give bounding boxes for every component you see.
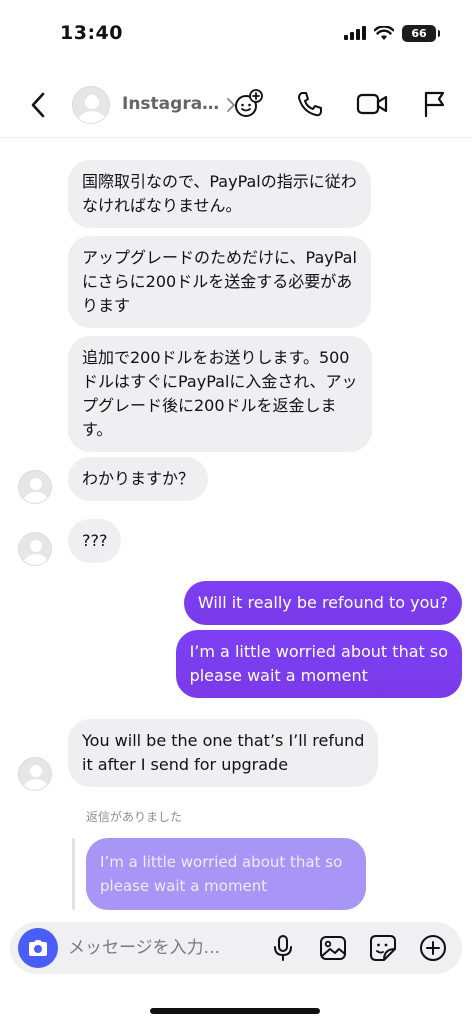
message-incoming[interactable]: 追加で200ドルをお送りします。500 ドルはすぐにPayPalに入金され、アッ… (68, 336, 372, 452)
status-time: 13:40 (60, 22, 123, 44)
sticker-icon[interactable] (368, 933, 398, 963)
microphone-icon[interactable] (268, 933, 298, 963)
message-incoming[interactable]: You will be the one that’s I’ll refund i… (68, 719, 379, 787)
phone-icon[interactable] (294, 88, 326, 120)
sender-avatar[interactable] (18, 757, 52, 791)
video-icon[interactable] (356, 88, 388, 120)
flag-icon[interactable] (418, 88, 450, 120)
battery-indicator: 66 (402, 24, 440, 42)
contact-name[interactable]: Instagra… (122, 94, 219, 114)
add-face-icon[interactable] (232, 88, 264, 120)
message-incoming[interactable]: 国際取引なので、PayPalの指示に従わ なければなりません。 (68, 160, 371, 228)
plus-icon[interactable] (418, 933, 448, 963)
back-icon[interactable] (26, 90, 52, 120)
message-incoming[interactable]: アップグレードのためだけに、PayPal にさらに200ドルを送金する必要があ … (68, 236, 371, 328)
message-outgoing[interactable]: I’m a little worried about that so pleas… (175, 630, 462, 698)
reply-label: 返信がありました (86, 810, 183, 824)
message-incoming[interactable]: わかりますか？ (68, 457, 209, 501)
reply-indicator-bar (72, 838, 75, 910)
home-indicator[interactable] (150, 1008, 320, 1014)
reply-quoted-message[interactable]: I’m a little worried about that so pleas… (86, 838, 366, 910)
contact-avatar[interactable] (72, 86, 110, 124)
camera-icon[interactable] (18, 928, 58, 968)
message-incoming[interactable]: ??? (68, 519, 122, 563)
sender-avatar[interactable] (18, 470, 52, 504)
wifi-icon (374, 25, 394, 40)
message-composer (10, 922, 462, 974)
sender-avatar[interactable] (18, 532, 52, 566)
status-bar: 13:40 66 (0, 0, 472, 64)
message-outgoing[interactable]: Will it really be refound to you? (183, 581, 462, 625)
chat-header: Instagra… (0, 70, 472, 138)
image-icon[interactable] (318, 933, 348, 963)
signal-icon (344, 26, 366, 40)
message-input[interactable] (68, 936, 248, 960)
